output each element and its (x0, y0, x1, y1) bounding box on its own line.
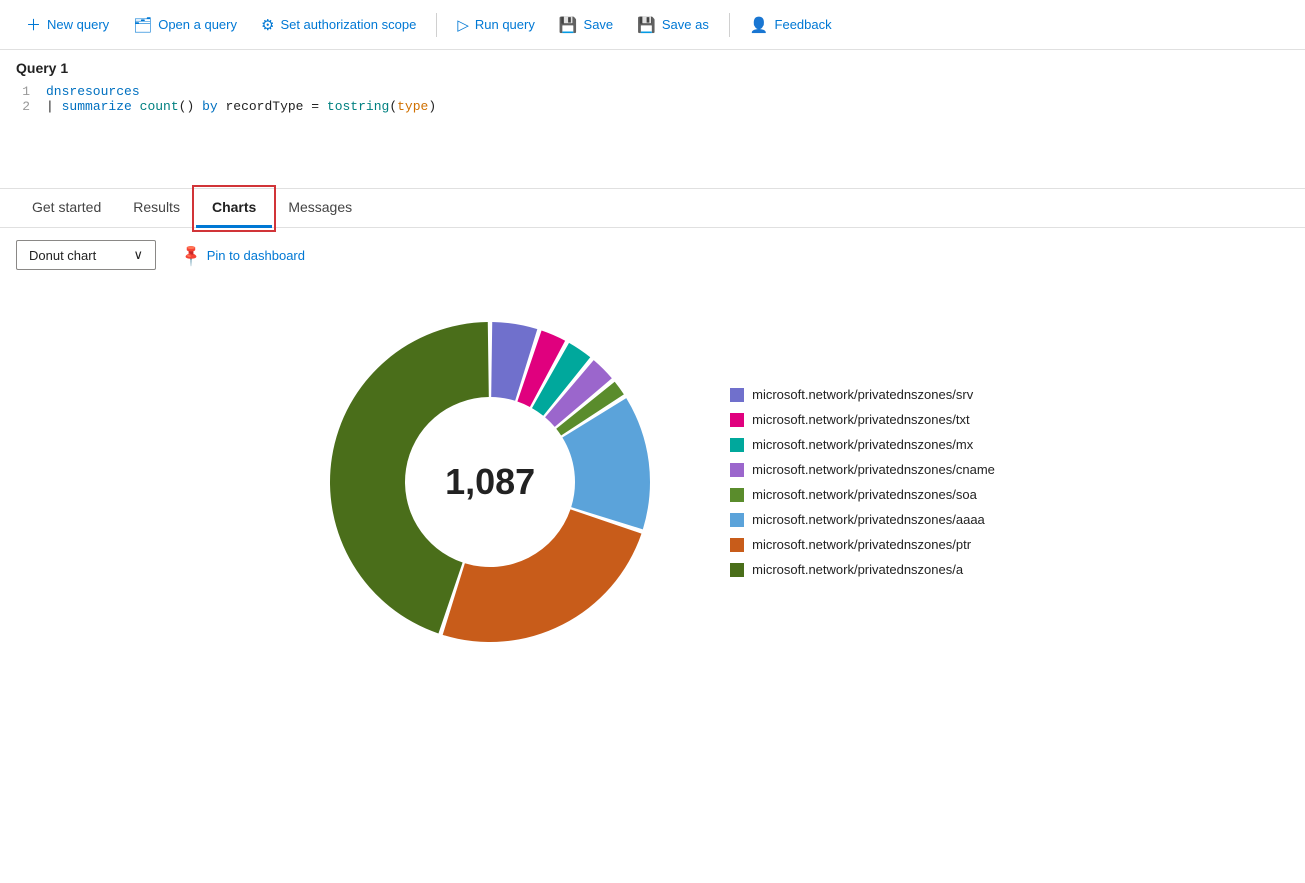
run-query-button[interactable]: ▷ Run query (447, 10, 545, 40)
new-query-button[interactable]: ＋ New query (16, 8, 119, 41)
legend-label: microsoft.network/privatednszones/cname (752, 462, 995, 477)
legend-item: microsoft.network/privatednszones/aaaa (730, 512, 995, 527)
folder-icon: 🗂 (133, 16, 152, 34)
query-keyword-dnsresources: dnsresources (46, 84, 140, 99)
legend-label: microsoft.network/privatednszones/txt (752, 412, 969, 427)
pin-to-dashboard-button[interactable]: 📌 Pin to dashboard (172, 240, 315, 270)
legend-item: microsoft.network/privatednszones/ptr (730, 537, 995, 552)
pin-icon: 📌 (178, 242, 204, 268)
legend-label: microsoft.network/privatednszones/srv (752, 387, 973, 402)
legend-item: microsoft.network/privatednszones/srv (730, 387, 995, 402)
tab-charts[interactable]: Charts (196, 189, 272, 228)
pin-label: Pin to dashboard (207, 248, 305, 263)
feedback-icon: 👤 (750, 16, 769, 34)
legend-color-swatch (730, 513, 744, 527)
legend-color-swatch (730, 413, 744, 427)
legend-color-swatch (730, 538, 744, 552)
divider-1 (436, 13, 437, 37)
legend-color-swatch (730, 388, 744, 402)
legend-color-swatch (730, 463, 744, 477)
legend-label: microsoft.network/privatednszones/soa (752, 487, 977, 502)
save-button[interactable]: 💾 Save (549, 10, 623, 40)
query-line2-content: | summarize count() by recordType = tost… (46, 99, 436, 114)
tab-get-started[interactable]: Get started (16, 189, 117, 228)
legend-color-swatch (730, 488, 744, 502)
play-icon: ▷ (457, 16, 469, 34)
chevron-down-icon: ∨ (133, 247, 143, 263)
legend-item: microsoft.network/privatednszones/a (730, 562, 995, 577)
legend-label: microsoft.network/privatednszones/aaaa (752, 512, 985, 527)
legend-color-swatch (730, 438, 744, 452)
legend-label: microsoft.network/privatednszones/mx (752, 437, 973, 452)
query-line-1: 1 dnsresources (16, 84, 1289, 99)
legend-item: microsoft.network/privatednszones/mx (730, 437, 995, 452)
donut-chart: 1,087 (310, 302, 670, 662)
save-as-button[interactable]: 💾 Save as (627, 10, 719, 40)
chart-type-label: Donut chart (29, 248, 96, 263)
query-section: Query 1 1 dnsresources 2 | summarize cou… (0, 50, 1305, 189)
query-editor[interactable]: 1 dnsresources 2 | summarize count() by … (16, 84, 1289, 184)
save-as-icon: 💾 (637, 16, 656, 34)
save-icon: 💾 (559, 16, 578, 34)
line-number-1: 1 (16, 84, 46, 99)
legend-item: microsoft.network/privatednszones/cname (730, 462, 995, 477)
set-auth-button[interactable]: ⚙ Set authorization scope (251, 10, 426, 40)
chart-area: 1,087 microsoft.network/privatednszones/… (0, 282, 1305, 682)
plus-icon: ＋ (26, 14, 41, 35)
feedback-button[interactable]: 👤 Feedback (740, 10, 842, 40)
legend-color-swatch (730, 563, 744, 577)
tab-results[interactable]: Results (117, 189, 196, 228)
chart-legend: microsoft.network/privatednszones/srv mic… (730, 387, 995, 577)
legend-item: microsoft.network/privatednszones/txt (730, 412, 995, 427)
toolbar: ＋ New query 🗂 Open a query ⚙ Set authori… (0, 0, 1305, 50)
legend-label: microsoft.network/privatednszones/a (752, 562, 963, 577)
legend-label: microsoft.network/privatednszones/ptr (752, 537, 971, 552)
chart-type-dropdown[interactable]: Donut chart ∨ (16, 240, 156, 270)
tabs-bar: Get started Results Charts Messages (0, 189, 1305, 228)
legend-item: microsoft.network/privatednszones/soa (730, 487, 995, 502)
divider-2 (729, 13, 730, 37)
donut-center-value: 1,087 (445, 461, 535, 503)
open-query-button[interactable]: 🗂 Open a query (123, 10, 247, 40)
chart-controls: Donut chart ∨ 📌 Pin to dashboard (0, 228, 1305, 282)
query-line-2: 2 | summarize count() by recordType = to… (16, 99, 1289, 114)
tab-messages[interactable]: Messages (272, 189, 368, 228)
gear-icon: ⚙ (261, 16, 274, 34)
line-number-2: 2 (16, 99, 46, 114)
query-title: Query 1 (16, 60, 1289, 76)
